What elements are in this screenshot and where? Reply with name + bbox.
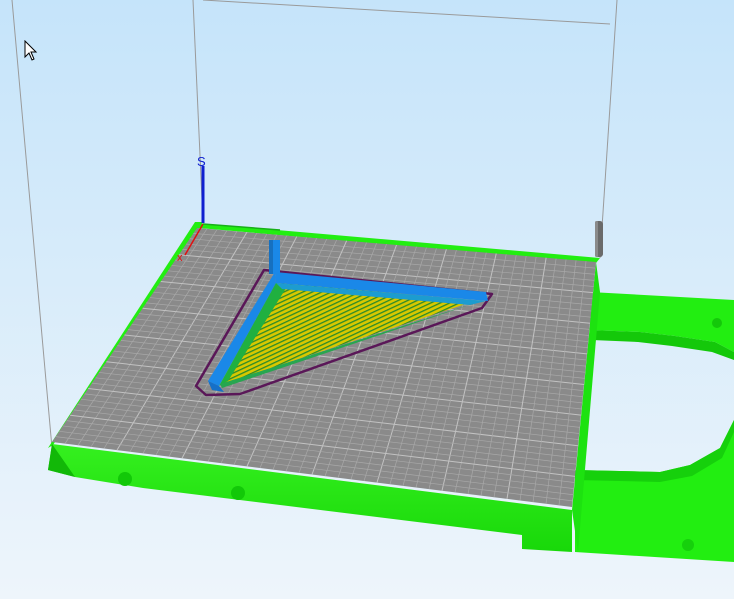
bed-clip xyxy=(595,221,603,257)
print-pillar xyxy=(269,240,280,274)
z-axis-icon: S xyxy=(197,154,206,169)
3d-viewport[interactable]: S x xyxy=(0,0,734,599)
bed-carriage-right xyxy=(575,292,734,562)
origin-x-icon: x xyxy=(177,252,183,264)
scene-3d[interactable]: S x xyxy=(0,0,734,599)
mouse-pointer-icon xyxy=(24,40,38,61)
